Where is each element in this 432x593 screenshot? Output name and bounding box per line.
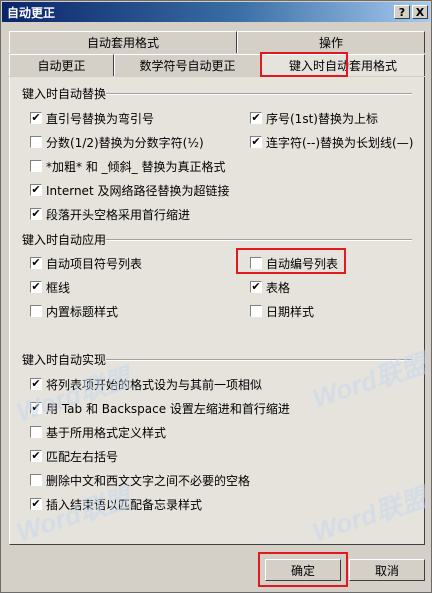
section-title-implement: 键入时自动实现 xyxy=(22,353,107,367)
label-heading-styles: 内置标题样式 xyxy=(46,305,119,319)
label-tables: 表格 xyxy=(266,281,291,295)
title-bar: 自动更正 ? X xyxy=(2,2,430,22)
label-match-brackets: 匹配左右括号 xyxy=(46,450,119,464)
checkbox-date-styles[interactable] xyxy=(250,305,262,317)
checkbox-first-line-indent[interactable]: ✔ xyxy=(30,208,42,220)
tab-autoformat[interactable]: 自动套用格式 xyxy=(9,31,237,53)
label-auto-bullets: 自动项目符号列表 xyxy=(46,257,143,271)
label-smart-quotes: 直引号替换为弯引号 xyxy=(46,112,155,126)
section-divider xyxy=(106,93,412,95)
label-define-styles: 基于所用格式定义样式 xyxy=(46,426,167,440)
help-button[interactable]: ? xyxy=(394,5,410,19)
label-date-styles: 日期样式 xyxy=(266,305,315,319)
highlight-ok xyxy=(258,552,348,587)
highlight-auto-numbering xyxy=(236,248,346,274)
checkbox-match-brackets[interactable]: ✔ xyxy=(30,450,42,462)
section-title-apply: 键入时自动应用 xyxy=(22,233,107,247)
watermark-logo: Word联盟 xyxy=(12,362,135,428)
checkbox-borders[interactable]: ✔ xyxy=(30,281,42,293)
checkbox-bold-italic[interactable] xyxy=(30,160,42,172)
tab-autocorrect[interactable]: 自动更正 xyxy=(9,54,114,76)
tab-actions[interactable]: 操作 xyxy=(237,31,425,53)
checkbox-define-styles[interactable] xyxy=(30,426,42,438)
checkbox-ordinals[interactable]: ✔ xyxy=(250,112,262,124)
checkbox-heading-styles[interactable] xyxy=(30,305,42,317)
label-bold-italic: *加粗* 和 _倾斜_ 替换为真正格式 xyxy=(46,160,226,174)
label-dashes: 连字符(--)替换为长划线(—) xyxy=(266,136,414,150)
watermark-logo: Word联盟 xyxy=(308,348,431,414)
label-ordinals: 序号(1st)替换为上标 xyxy=(266,112,378,126)
section-title-replace: 键入时自动替换 xyxy=(22,87,107,101)
watermark-logo: Word联盟 xyxy=(308,482,431,548)
label-first-line-indent: 段落开头空格采用首行缩进 xyxy=(46,208,191,222)
autocorrect-dialog: 自动更正 ? X 自动套用格式 操作 自动更正 数学符号自动更正 键入时自动套用… xyxy=(0,0,432,593)
tab-panel: 键入时自动替换 ✔ 直引号替换为弯引号 ✔ 序号(1st)替换为上标 分数(1/… xyxy=(9,77,430,547)
label-borders: 框线 xyxy=(46,281,71,295)
label-remove-spaces: 删除中文和西文文字之间不必要的空格 xyxy=(46,474,251,488)
checkbox-hyperlinks[interactable]: ✔ xyxy=(30,184,42,196)
checkbox-smart-quotes[interactable]: ✔ xyxy=(30,112,42,124)
close-button[interactable]: X xyxy=(412,5,428,19)
section-divider xyxy=(106,239,412,241)
checkbox-tables[interactable]: ✔ xyxy=(250,281,262,293)
cancel-button[interactable]: 取消 xyxy=(349,559,425,581)
checkbox-remove-spaces[interactable] xyxy=(30,474,42,486)
checkbox-dashes[interactable]: ✔ xyxy=(250,136,262,148)
checkbox-fractions[interactable] xyxy=(30,136,42,148)
highlight-tab xyxy=(260,52,348,77)
checkbox-auto-bullets[interactable]: ✔ xyxy=(30,257,42,269)
label-hyperlinks: Internet 及网络路径替换为超链接 xyxy=(46,184,230,198)
tab-math-autocorrect[interactable]: 数学符号自动更正 xyxy=(114,54,261,76)
window-title: 自动更正 xyxy=(7,6,56,20)
label-fractions: 分数(1/2)替换为分数字符(½) xyxy=(46,136,204,150)
